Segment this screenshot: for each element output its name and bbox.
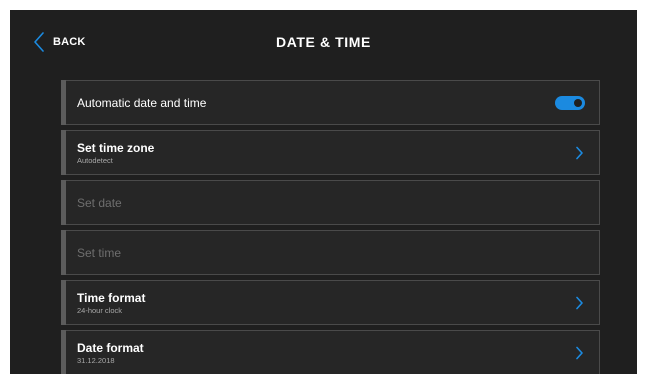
- chevron-right-icon: [576, 146, 583, 159]
- row-automatic-date-time[interactable]: Automatic date and time: [61, 80, 600, 125]
- row-text: Set time zone Autodetect: [77, 141, 154, 165]
- row-text: Time format 24-hour clock: [77, 291, 145, 315]
- row-sublabel: 31.12.2018: [77, 355, 115, 365]
- toggle-knob: [574, 98, 582, 107]
- settings-screen: BACK DATE & TIME Automatic date and time…: [10, 10, 637, 374]
- row-sublabel: Autodetect: [77, 155, 113, 165]
- row-text: Set date: [77, 196, 122, 210]
- row-set-time: Set time: [61, 230, 600, 275]
- row-text: Automatic date and time: [77, 96, 206, 110]
- automatic-date-time-toggle[interactable]: [555, 95, 585, 110]
- settings-list: Automatic date and time Set time zone Au…: [61, 80, 600, 374]
- row-time-format[interactable]: Time format 24-hour clock: [61, 280, 600, 325]
- row-sublabel: 24-hour clock: [77, 305, 123, 315]
- row-text: Set time: [77, 246, 121, 260]
- chevron-right-icon: [576, 346, 583, 359]
- row-label: Set date: [77, 195, 122, 210]
- row-label: Date format: [77, 340, 144, 355]
- header-bar: BACK DATE & TIME: [10, 10, 637, 74]
- row-set-time-zone[interactable]: Set time zone Autodetect: [61, 130, 600, 175]
- page-title: DATE & TIME: [275, 34, 371, 50]
- row-set-date: Set date: [61, 180, 600, 225]
- row-label: Set time: [77, 245, 122, 260]
- row-date-format[interactable]: Date format 31.12.2018: [61, 330, 600, 374]
- chevron-right-icon: [576, 296, 583, 309]
- row-label: Automatic date and time: [77, 95, 207, 110]
- row-label: Time format: [77, 290, 146, 305]
- row-label: Set time zone: [77, 140, 155, 155]
- row-text: Date format 31.12.2018: [77, 341, 144, 365]
